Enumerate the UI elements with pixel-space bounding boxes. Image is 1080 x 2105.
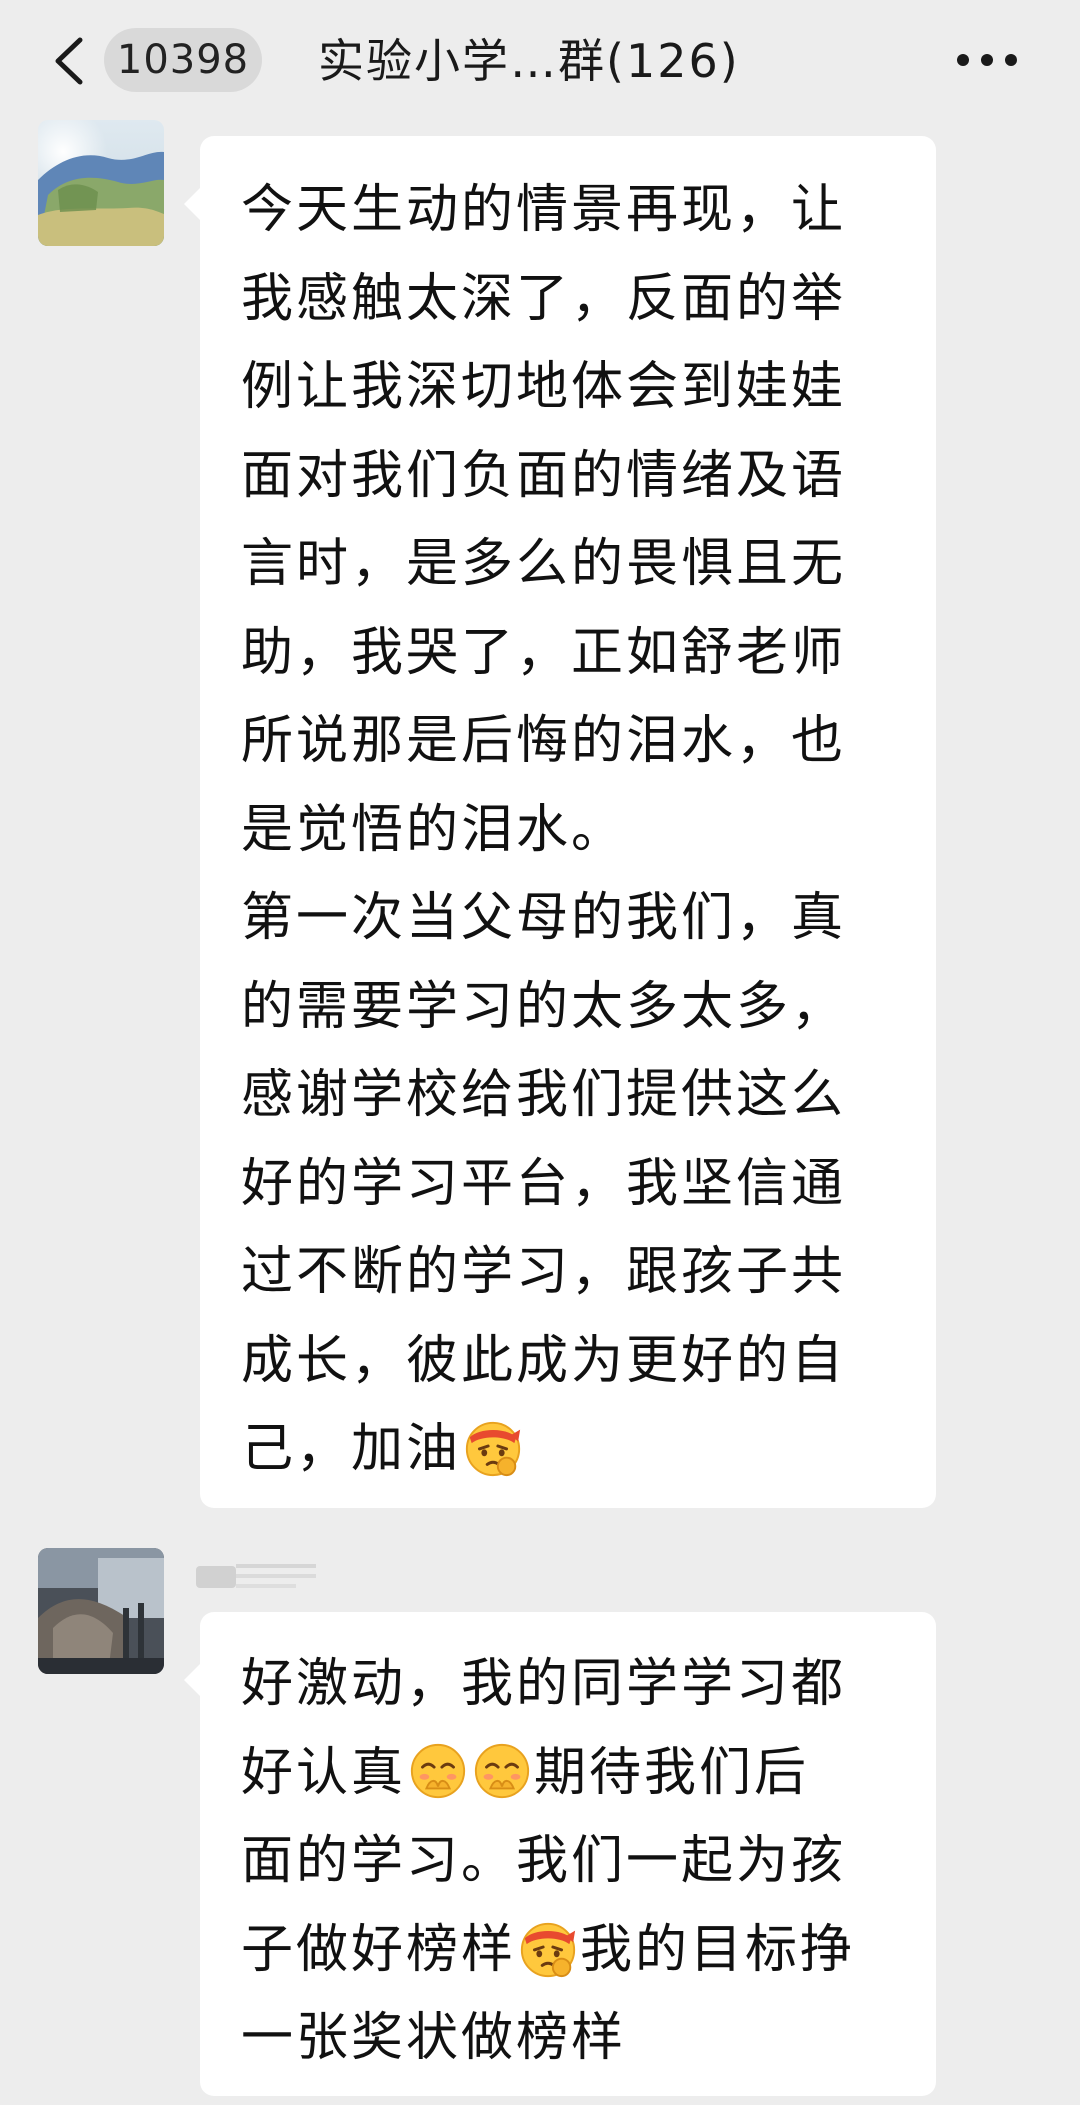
text-line: 好激动，我的同学学习都 <box>241 1654 847 1714</box>
sender-name-blurred <box>196 1564 316 1588</box>
text-line: 一张奖状做榜样 <box>241 2008 627 2068</box>
text-line: 我感触太深了，反面的举 <box>241 268 847 329</box>
chat-header: 10398 实验小学…群(126) <box>0 0 1080 122</box>
more-dots-icon[interactable] <box>955 52 1019 68</box>
text-line: 过不断的学习，跟孩子共 <box>241 1242 847 1302</box>
text-line: 己，加油 <box>241 1419 462 1479</box>
chat-title: 实验小学…群(126) <box>318 34 740 88</box>
text-line: 所说那是后悔的泪水，也 <box>241 711 847 771</box>
message-bubble[interactable]: 好激动，我的同学学习都 好认真 期待我们后 面的学习。我们一起为孩 子做好榜样 <box>184 1612 936 2096</box>
chevron-left-icon[interactable] <box>50 36 90 86</box>
text-line: 的需要学习的太多太多， <box>241 976 847 1037</box>
text-line: 成长，彼此成为更好的自 <box>241 1330 847 1391</box>
landscape-avatar-icon <box>38 120 164 246</box>
text-line: 感谢学校给我们提供这么 <box>241 1065 847 1125</box>
shy-giggle-emoji-icon <box>410 1743 466 1798</box>
text-line: 子做好榜样 <box>241 1919 517 1980</box>
message-bubble[interactable]: 今天生动的情景再现，让 我感触太深了，反面的举 例让我深切地体会到娃娃 面对我们… <box>184 136 936 1508</box>
text-line: 好认真 <box>241 1742 407 1803</box>
text-line: 例让我深切地体会到娃娃 <box>241 357 847 417</box>
text-line: 第一次当父母的我们，真 <box>241 888 847 948</box>
text-line: 今天生动的情景再现，让 <box>241 180 847 240</box>
message-text: 今天生动的情景再现，让 我感触太深了，反面的举 例让我深切地体会到娃娃 面对我们… <box>241 166 901 1494</box>
text-line: 是觉悟的泪水。 <box>241 799 627 860</box>
photo-avatar-icon <box>38 1548 164 1674</box>
text-line: 助，我哭了，正如舒老师 <box>241 622 847 683</box>
text-line: 面的学习。我们一起为孩 <box>241 1831 847 1891</box>
unread-count-badge[interactable]: 10398 <box>104 28 262 92</box>
determined-emoji-icon <box>520 1922 576 1977</box>
shy-giggle-emoji-icon <box>474 1743 530 1798</box>
sender-avatar[interactable] <box>38 120 164 246</box>
text-line: 我的目标挣 <box>580 1919 856 1980</box>
message-text: 好激动，我的同学学习都 好认真 期待我们后 面的学习。我们一起为孩 子做好榜样 <box>241 1640 901 2083</box>
text-line: 期待我们后 <box>534 1742 810 1803</box>
determined-emoji-icon <box>465 1421 521 1477</box>
sender-avatar[interactable] <box>38 1548 164 1674</box>
text-line: 好的学习平台，我坚信通 <box>241 1153 847 1214</box>
text-line: 面对我们负面的情绪及语 <box>241 445 847 506</box>
text-line: 言时，是多么的畏惧且无 <box>241 534 847 594</box>
